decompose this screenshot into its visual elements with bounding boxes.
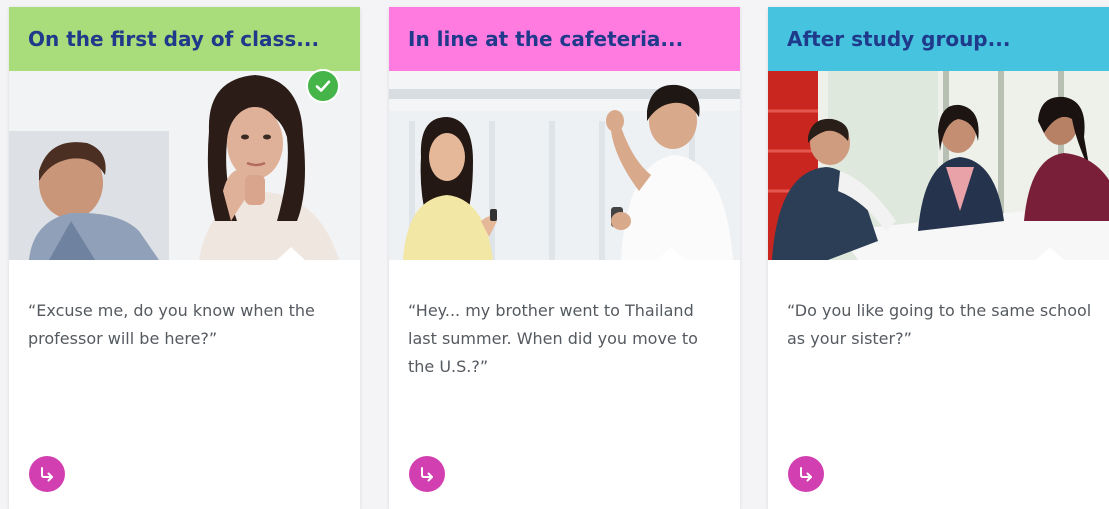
photo-notch	[277, 247, 305, 260]
card-header: On the first day of class...	[9, 7, 360, 71]
dialogue-quote: “Excuse me, do you know when the profess…	[28, 301, 315, 348]
card-header: After study group...	[768, 7, 1109, 71]
scenario-cards: On the first day of class... “Excuse me,…	[0, 0, 1109, 509]
respond-button[interactable]	[29, 456, 65, 492]
arrow-return-icon	[800, 467, 812, 482]
arrow-return-icon	[41, 467, 53, 482]
card-title: After study group...	[787, 27, 1011, 51]
scenario-photo-study-group	[768, 71, 1109, 260]
respond-button[interactable]	[409, 456, 445, 492]
scenario-card-first-day[interactable]: On the first day of class... “Excuse me,…	[9, 7, 360, 509]
card-header: In line at the cafeteria...	[389, 7, 740, 71]
respond-button[interactable]	[788, 456, 824, 492]
check-icon	[306, 69, 340, 103]
scenario-card-cafeteria[interactable]: In line at the cafeteria... “Hey... my b…	[389, 7, 740, 509]
card-title: On the first day of class...	[28, 27, 320, 51]
scenario-photo-cafeteria	[389, 71, 740, 260]
photo-notch	[657, 247, 685, 260]
card-title: In line at the cafeteria...	[408, 27, 684, 51]
arrow-return-icon	[421, 467, 433, 482]
scenario-photo-classroom	[9, 71, 360, 260]
dialogue-quote: “Do you like going to the same school as…	[787, 301, 1092, 348]
scenario-card-study-group[interactable]: After study group... “Do you like going …	[768, 7, 1109, 509]
dialogue-quote: “Hey... my brother went to Thailand last…	[408, 301, 698, 376]
photo-notch	[1036, 247, 1064, 260]
